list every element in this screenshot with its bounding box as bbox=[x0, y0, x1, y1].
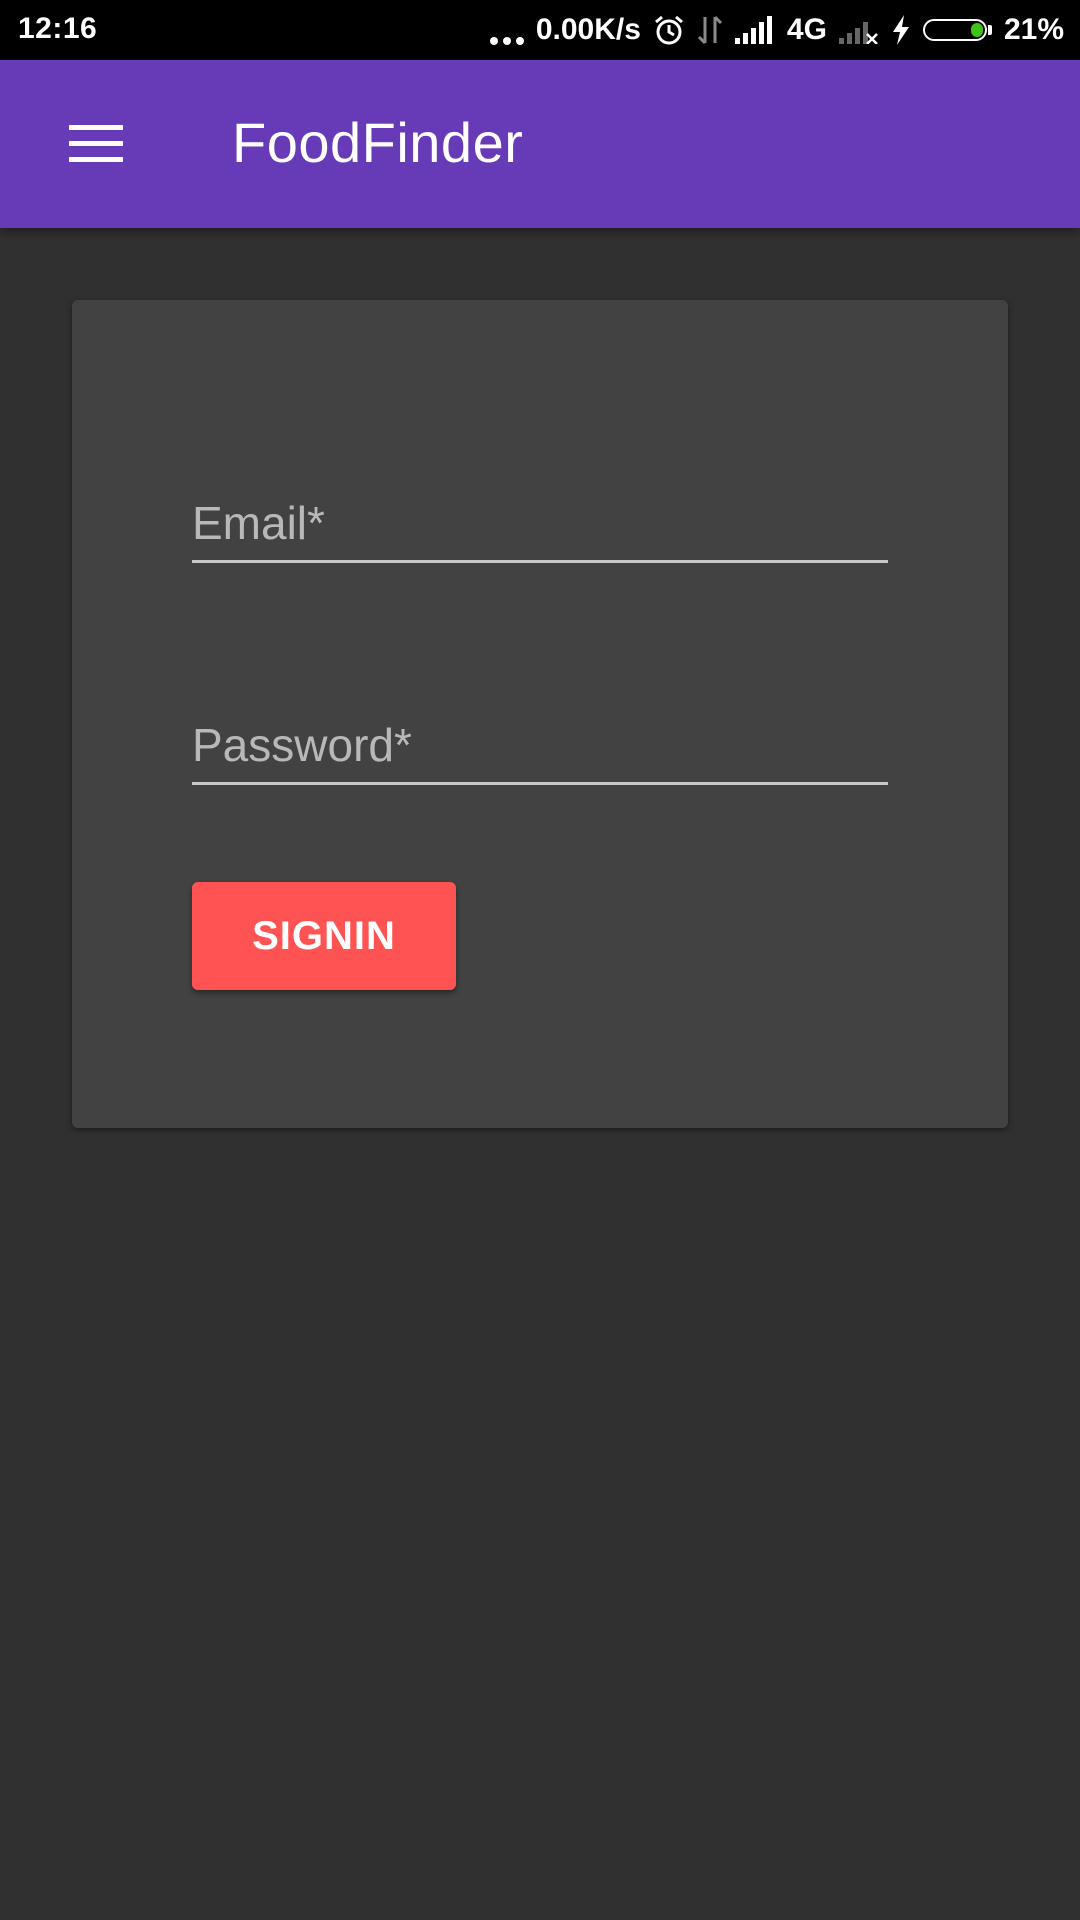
hamburger-menu-icon[interactable] bbox=[69, 125, 123, 163]
signin-button[interactable]: SIGNIN bbox=[192, 882, 456, 990]
data-transfer-icon bbox=[697, 15, 723, 45]
app-screen: 12:16 0.00K/s 4G 21% FoodFinder Email* S… bbox=[0, 0, 1080, 1920]
app-title: FoodFinder bbox=[232, 111, 524, 174]
more-dots-icon bbox=[489, 15, 524, 45]
alarm-icon bbox=[653, 14, 685, 46]
password-field[interactable] bbox=[192, 718, 888, 772]
no-signal-icon bbox=[838, 16, 879, 44]
network-speed: 0.00K/s bbox=[535, 13, 641, 46]
battery-percent: 21% bbox=[1003, 13, 1064, 46]
menu-button[interactable] bbox=[56, 104, 136, 184]
status-right-group: 0.00K/s 4G 21% bbox=[489, 0, 1064, 60]
network-type: 4G bbox=[786, 13, 827, 46]
app-bar: FoodFinder bbox=[0, 60, 1080, 228]
charging-icon bbox=[891, 15, 911, 45]
status-bar: 12:16 0.00K/s 4G 21% bbox=[0, 0, 1080, 60]
battery-icon bbox=[922, 19, 992, 41]
login-card: SIGNIN bbox=[72, 300, 1008, 1128]
signal-icon bbox=[734, 16, 775, 44]
email-field-container bbox=[192, 480, 888, 563]
email-field[interactable] bbox=[192, 496, 888, 550]
password-field-container bbox=[192, 702, 888, 785]
status-time: 12:16 bbox=[18, 12, 98, 45]
